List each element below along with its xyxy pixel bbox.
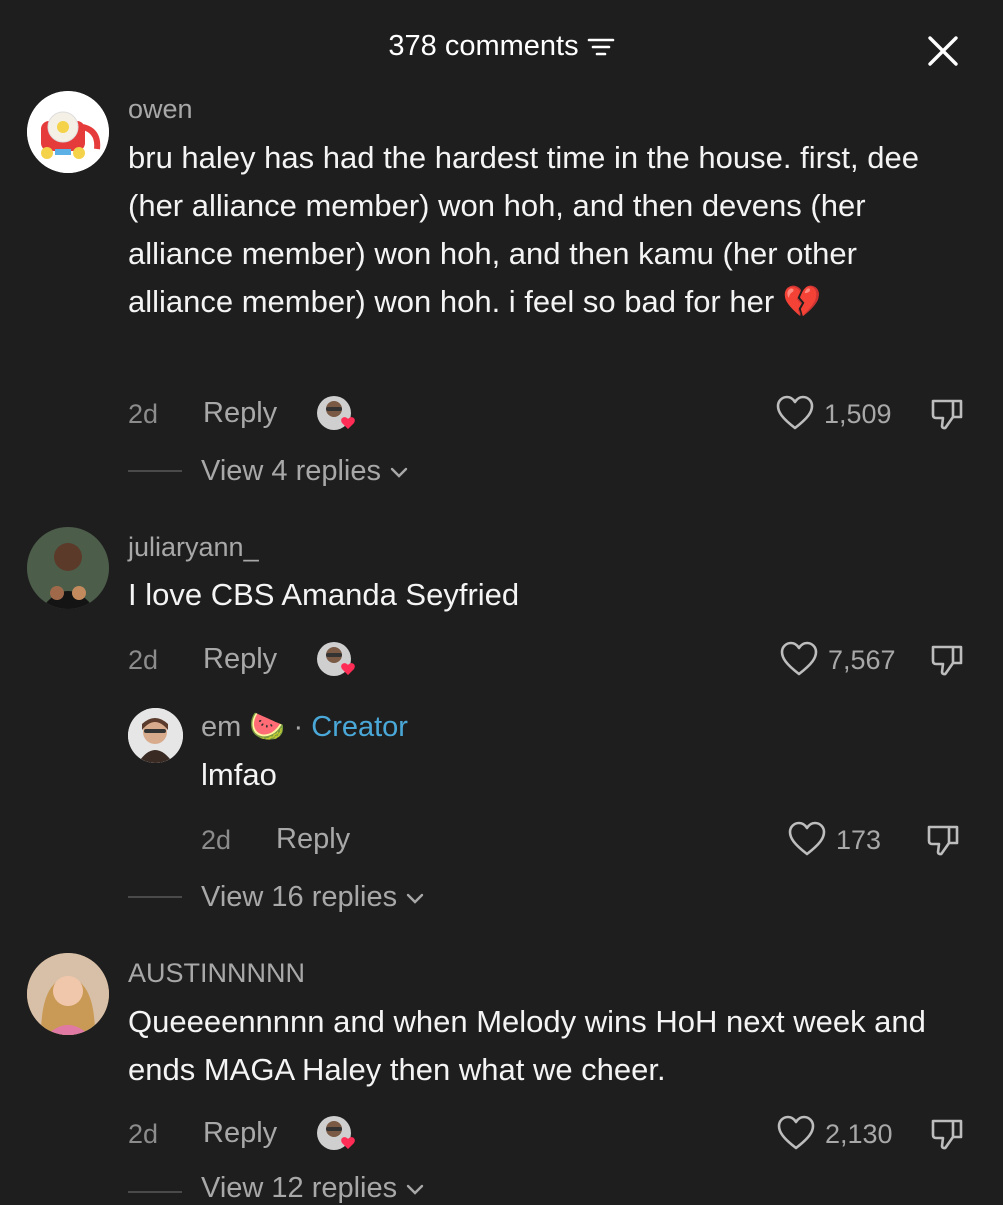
heart-icon[interactable]: [788, 821, 826, 857]
comment-time: 2d: [128, 399, 159, 429]
reply-header: em 🍉 · Creator: [201, 710, 408, 744]
comment-username[interactable]: juliaryann_: [128, 532, 259, 563]
heart-icon[interactable]: [776, 395, 814, 431]
avatar-em[interactable]: [128, 708, 183, 763]
divider-line: [128, 470, 182, 472]
like-count: 1,509: [824, 399, 892, 429]
broken-heart-emoji: 💔: [782, 284, 822, 319]
dislike-icon[interactable]: [929, 641, 967, 679]
comment-time: 2d: [128, 645, 159, 675]
dislike-icon[interactable]: [925, 821, 963, 859]
filter-icon[interactable]: [587, 35, 615, 59]
reply-text: lmfao: [201, 757, 277, 792]
comments-count-title: 378 comments: [388, 30, 579, 62]
close-icon[interactable]: [926, 34, 960, 68]
avatar-juliaryann[interactable]: [27, 527, 109, 609]
comment-username[interactable]: AUSTINNNNN: [128, 958, 305, 989]
creator-badge: Creator: [311, 711, 408, 743]
avatar-owen[interactable]: [27, 91, 109, 173]
reply-username[interactable]: em: [201, 711, 241, 743]
comment-text: bru haley has had the hardest time in th…: [128, 140, 919, 319]
reply-button[interactable]: Reply: [203, 1117, 277, 1150]
view-replies-button[interactable]: View 16 replies: [201, 881, 425, 914]
chevron-down-icon: [407, 1185, 424, 1196]
like-count: 7,567: [828, 645, 896, 675]
creator-liked-icon: [316, 639, 362, 679]
chevron-down-icon: [390, 468, 408, 479]
chevron-down-icon: [407, 894, 424, 905]
comment-username[interactable]: owen: [128, 94, 193, 125]
avatar-austinnnnn[interactable]: [27, 953, 109, 1035]
comment-time: 2d: [128, 1119, 159, 1149]
creator-liked-icon: [316, 393, 362, 433]
creator-liked-icon: [316, 1113, 362, 1153]
comment-text: Queeeennnnn and when Melody wins HoH nex…: [128, 1004, 926, 1087]
like-count: 2,130: [825, 1119, 893, 1149]
separator-dot: ·: [293, 711, 304, 743]
reply-button[interactable]: Reply: [276, 823, 350, 856]
dislike-icon[interactable]: [929, 395, 967, 433]
reply-button[interactable]: Reply: [203, 397, 277, 430]
view-replies-button[interactable]: View 4 replies: [201, 455, 409, 488]
reply-time: 2d: [201, 825, 232, 855]
divider-line: [128, 896, 182, 898]
watermelon-emoji: 🍉: [249, 711, 286, 743]
dislike-icon[interactable]: [929, 1115, 967, 1153]
reply-button[interactable]: Reply: [203, 643, 277, 676]
view-replies-button[interactable]: View 12 replies: [201, 1172, 425, 1205]
divider-line: [128, 1191, 182, 1193]
heart-icon[interactable]: [777, 1115, 815, 1151]
comments-header: 378 comments: [0, 30, 1003, 63]
comment-text: I love CBS Amanda Seyfried: [128, 577, 520, 612]
heart-icon[interactable]: [780, 641, 818, 677]
like-count: 173: [836, 825, 882, 855]
